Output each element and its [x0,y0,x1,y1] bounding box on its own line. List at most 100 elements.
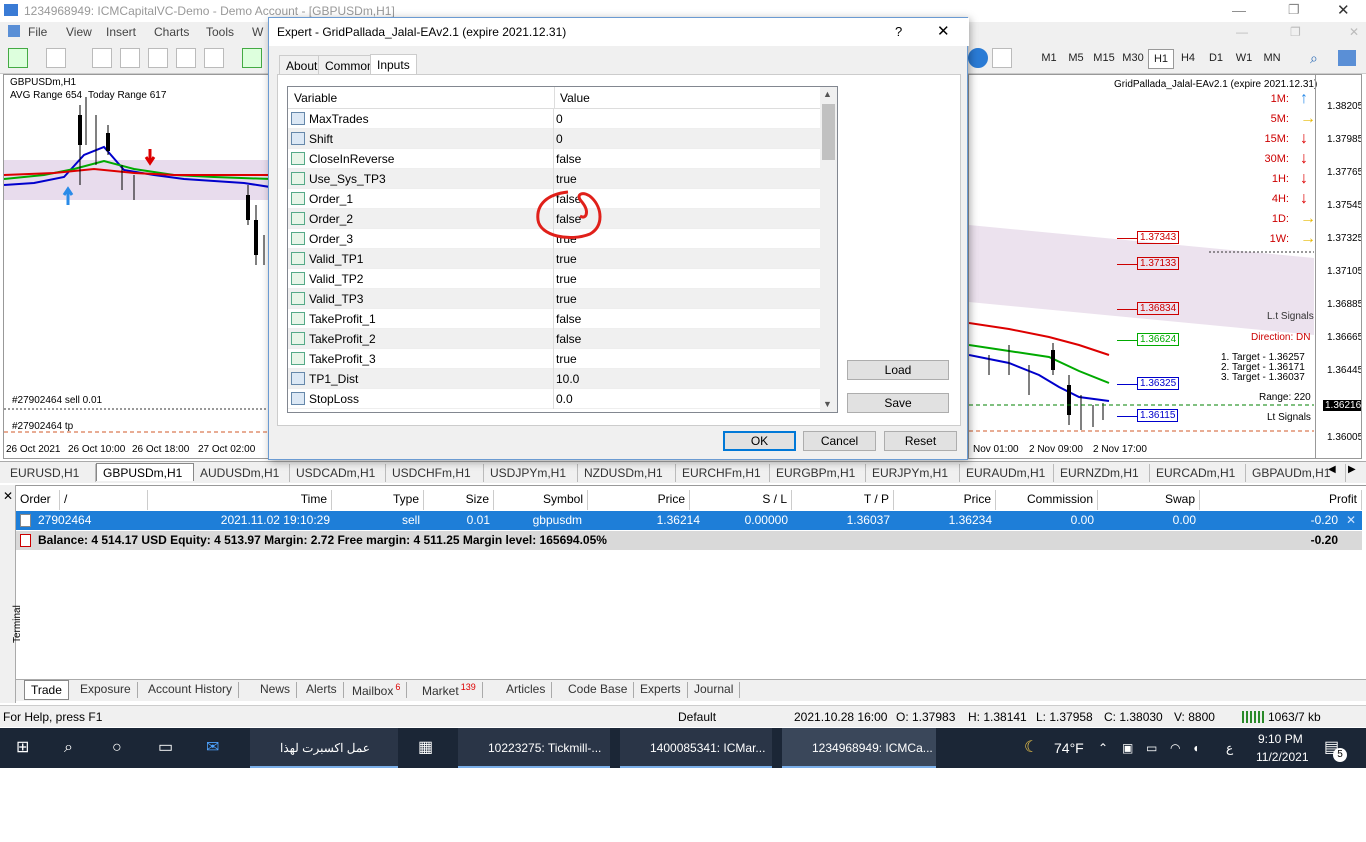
terminal-close-icon[interactable]: ✕ [3,489,13,503]
terminal-tab[interactable]: Mailbox 6 [346,682,408,698]
param-row[interactable]: TakeProfit_3 true [288,349,822,369]
chart-tab[interactable]: EURUSD,H1 [4,464,96,482]
close-icon[interactable]: ✕ [1337,1,1350,19]
cancel-button[interactable]: Cancel [803,431,876,451]
tf-m1[interactable]: M1 [1036,49,1062,69]
taskbar-item-icmarkets[interactable]: 1400085341: ICMar... [620,728,772,768]
terminal-col-header[interactable]: Type [332,490,424,510]
chart-tab[interactable]: EURNZDm,H1 [1054,464,1150,482]
menu-file[interactable]: File [28,25,47,39]
chart-tab[interactable]: EURCHFm,H1 [676,464,770,482]
param-value[interactable]: 0 [556,112,563,126]
chevron-left-icon[interactable]: ◀ [1328,464,1336,475]
param-row[interactable]: CloseInReverse false [288,149,822,169]
minimize-icon[interactable]: — [1232,2,1246,18]
terminal-col-header[interactable]: / [60,490,148,510]
chart-left[interactable]: GBPUSDm,H1 AVG Range 654 Today Range 617… [3,74,269,459]
param-row[interactable]: Valid_TP2 true [288,269,822,289]
terminal-col-header[interactable]: Price [894,490,996,510]
param-value[interactable]: true [556,272,577,286]
col-variable[interactable]: Variable [294,91,337,105]
terminal-col-header[interactable]: S / L [690,490,792,510]
terminal-tab[interactable]: Market 139 [416,682,483,698]
zoom-icon[interactable] [204,48,224,68]
weather-temp[interactable]: 74°F [1054,728,1084,768]
new-chart-icon[interactable] [242,48,262,68]
chart-tab[interactable]: EURCADm,H1 [1150,464,1246,482]
load-button[interactable]: Load [847,360,949,380]
chart-tab[interactable]: NZDUSDm,H1 [578,464,676,482]
store-icon[interactable]: ▦ [418,728,433,768]
param-value[interactable]: false [556,332,581,346]
order-row[interactable]: 27902464 2021.11.02 19:10:29 sell 0.01 g… [16,511,1362,530]
chart-tab[interactable]: USDCHFm,H1 [386,464,484,482]
terminal-col-header[interactable]: Price [588,490,690,510]
tf-d1[interactable]: D1 [1203,49,1229,69]
param-value[interactable]: 0 [556,132,563,146]
terminal-col-header[interactable]: Swap [1098,490,1200,510]
terminal-tab[interactable]: Articles [500,682,553,698]
terminal-tab[interactable]: Code Base [562,682,635,698]
tf-h4[interactable]: H4 [1175,49,1201,69]
param-row[interactable]: Valid_TP3 true [288,289,822,309]
param-value[interactable]: true [556,252,577,266]
chevron-up-icon[interactable]: ⌃ [1098,728,1108,768]
param-row[interactable]: TakeProfit_2 false [288,329,822,349]
tf-w1[interactable]: W1 [1231,49,1257,69]
close-order-icon[interactable]: ✕ [1346,511,1356,529]
chart-tab[interactable]: AUDUSDm,H1 [194,464,290,482]
terminal-col-header[interactable]: Time [148,490,332,510]
task-view-icon[interactable]: ▭ [158,728,173,768]
param-row[interactable]: TakeProfit_1 false [288,309,822,329]
clock-date[interactable]: 11/2/2021 [1256,737,1309,777]
tf-m30[interactable]: M30 [1119,49,1147,69]
tf-m5[interactable]: M5 [1063,49,1089,69]
chart-bars-icon[interactable] [92,48,112,68]
grid-scrollbar[interactable]: ▲ ▼ [820,87,837,412]
search-icon[interactable]: ⌕ [1310,50,1318,67]
terminal-col-header[interactable]: Symbol [494,490,588,510]
terminal-col-header[interactable]: Commission [996,490,1098,510]
chart-tab[interactable]: GBPUSDm,H1 [96,463,194,481]
chart-tab[interactable]: EURAUDm,H1 [960,464,1054,482]
param-value[interactable]: true [556,172,577,186]
menu-window[interactable]: W [252,25,263,39]
wifi-icon[interactable]: ◠ [1170,728,1180,768]
chat-icon[interactable] [1338,50,1356,66]
chart-right[interactable]: GridPallada_Jalal-EAv2.1 (expire 2021.12… [968,74,1362,459]
chevron-right-icon[interactable]: ▶ [1348,464,1356,475]
ok-button[interactable]: OK [723,431,796,451]
help-icon[interactable]: ? [895,24,902,39]
meet-icon[interactable]: ▣ [1122,728,1133,768]
navigator-icon[interactable] [148,48,168,68]
language-indicator[interactable]: ع [1226,728,1233,768]
volume-icon[interactable]: ◖ [1192,728,1199,768]
tab-inputs[interactable]: Inputs [370,54,417,76]
data-window-icon[interactable] [176,48,196,68]
terminal-col-header[interactable]: Order [16,490,60,510]
terminal-tab[interactable]: Experts [634,682,688,698]
crosshair-icon[interactable] [120,48,140,68]
taskbar-item-tickmill[interactable]: 10223275: Tickmill-... [458,728,610,768]
scroll-thumb[interactable] [822,104,835,160]
param-row[interactable]: TP1_Dist 10.0 [288,369,822,389]
param-value[interactable]: false [556,312,581,326]
cortana-icon[interactable]: ○ [112,728,122,768]
menu-tools[interactable]: Tools [206,25,234,39]
terminal-col-header[interactable]: Size [424,490,494,510]
menu-charts[interactable]: Charts [154,25,189,39]
param-value[interactable]: 10.0 [556,372,579,386]
menu-insert[interactable]: Insert [106,25,136,39]
mdi-minimize-icon[interactable]: — [1236,25,1248,39]
param-value[interactable]: true [556,292,577,306]
autotrading-icon[interactable] [968,48,988,68]
restore-icon[interactable]: ❐ [1288,2,1300,18]
mail-icon[interactable]: ✉ [206,728,219,768]
search-icon[interactable]: ⌕ [64,728,73,768]
tf-m15[interactable]: M15 [1090,49,1118,69]
scroll-up-icon[interactable]: ▲ [823,89,832,99]
profiles-icon[interactable] [46,48,66,68]
mdi-restore-icon[interactable]: ❐ [1290,25,1301,39]
param-row[interactable]: MaxTrades 0 [288,109,822,129]
param-value[interactable]: 0.0 [556,392,573,406]
